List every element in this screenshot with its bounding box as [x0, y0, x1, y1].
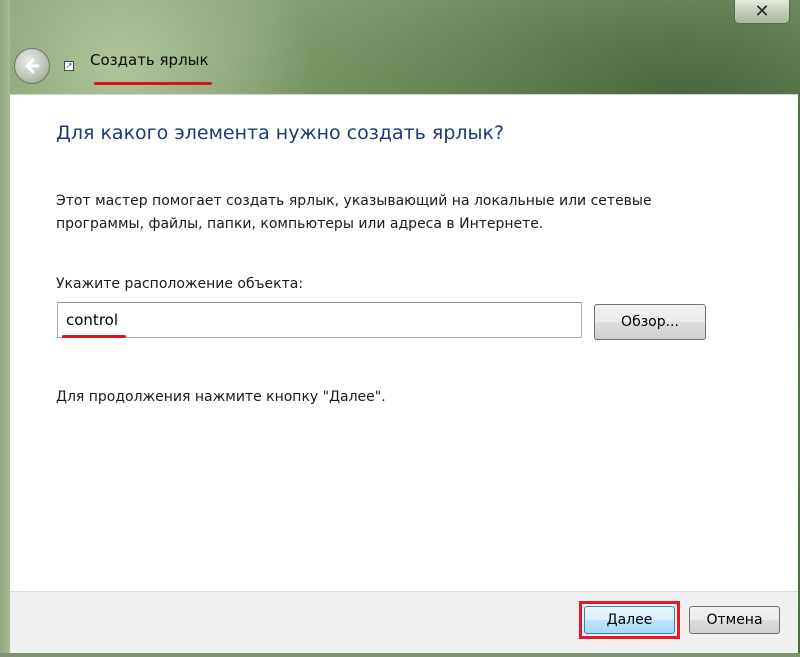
- browse-button[interactable]: Обзор...: [594, 304, 706, 340]
- wizard-footer: Далее Отмена: [10, 591, 798, 654]
- continue-hint: Для продолжения нажмите кнопку "Далее".: [56, 389, 386, 405]
- window-bottom-border: [0, 653, 800, 657]
- back-arrow-icon: [25, 58, 40, 74]
- title-red-underline: [94, 82, 212, 85]
- location-label: Укажите расположение объекта:: [56, 276, 304, 292]
- window-left-border: [0, 0, 10, 657]
- next-button[interactable]: Далее: [584, 606, 675, 634]
- wizard-content: Для какого элемента нужно создать ярлык?…: [10, 94, 798, 592]
- input-red-underline: [62, 335, 126, 338]
- page-heading: Для какого элемента нужно создать ярлык?: [56, 122, 505, 144]
- close-icon: ✕: [754, 1, 770, 22]
- window-title: Создать ярлык: [90, 51, 209, 69]
- shortcut-icon: ↗: [64, 61, 74, 71]
- cancel-button[interactable]: Отмена: [689, 606, 780, 634]
- create-shortcut-window: ✕ ↗ Создать ярлык Для какого элемента ну…: [0, 0, 800, 657]
- back-button[interactable]: [14, 48, 50, 84]
- wizard-description: Этот мастер помогает создать ярлык, указ…: [56, 193, 652, 232]
- close-button[interactable]: ✕: [734, 0, 790, 24]
- location-input[interactable]: [57, 302, 582, 338]
